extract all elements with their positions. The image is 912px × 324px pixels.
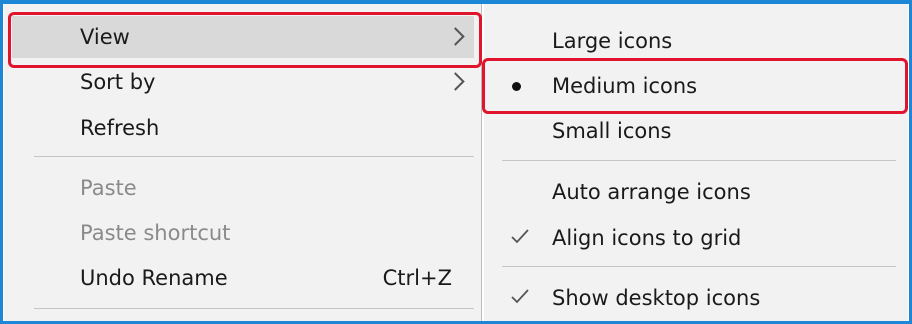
chevron-right-icon [446,72,465,91]
checkmark-icon [511,289,529,304]
menu-item-label: Paste [80,176,137,200]
menu-item-label: Paste shortcut [80,221,231,245]
submenu-item-label: Large icons [552,29,673,53]
screenshot-frame: View Sort by Refresh Paste Paste shortcu… [0,0,912,324]
menu-item-paste-shortcut: Paste shortcut [12,213,474,253]
submenu-item-large-icons[interactable]: Large icons [484,19,908,63]
menu-item-sort-by[interactable]: Sort by [12,62,474,102]
menu-item-view[interactable]: View [12,16,474,58]
menu-item-label: Refresh [80,116,160,140]
submenu-item-medium-icons[interactable]: Medium icons [484,64,908,108]
submenu-separator [502,266,896,267]
menu-item-label: View [80,25,130,49]
menu-separator [34,308,474,309]
menu-item-paste: Paste [12,168,474,208]
view-submenu: Large icons Medium icons Small icons Aut… [484,4,908,322]
desktop-context-menu: View Sort by Refresh Paste Paste shortcu… [4,4,482,322]
menu-item-label: Undo Rename [80,266,228,290]
checkmark-icon [511,229,529,244]
menu-item-refresh[interactable]: Refresh [12,108,474,148]
submenu-separator [502,160,896,161]
bullet-icon [512,82,521,91]
submenu-item-label: Small icons [552,119,672,143]
menu-item-label: Sort by [80,70,156,94]
submenu-item-label: Align icons to grid [552,226,742,250]
submenu-item-label: Auto arrange icons [552,180,751,204]
menu-separator [34,156,474,157]
submenu-item-label: Medium icons [552,74,698,98]
submenu-item-show-desktop-icons[interactable]: Show desktop icons [484,276,908,320]
keyboard-shortcut: Ctrl+Z [382,266,452,290]
submenu-item-auto-arrange-icons[interactable]: Auto arrange icons [484,170,908,214]
submenu-item-label: Show desktop icons [552,286,761,310]
submenu-item-align-icons-to-grid[interactable]: Align icons to grid [484,216,908,260]
submenu-item-small-icons[interactable]: Small icons [484,109,908,153]
chevron-right-icon [446,27,465,46]
menu-item-undo-rename[interactable]: Undo Rename Ctrl+Z [12,258,474,298]
